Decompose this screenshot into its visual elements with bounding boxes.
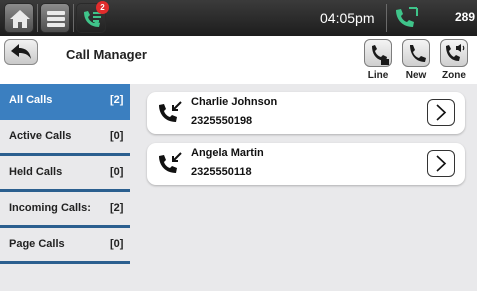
home-icon <box>10 10 30 28</box>
incoming-call-icon <box>159 152 182 173</box>
menu-button[interactable] <box>40 3 70 33</box>
phone-status-icon <box>396 7 418 27</box>
new-call-icon <box>410 45 426 62</box>
clock-time: 04:05pm <box>320 10 375 26</box>
incoming-call-icon <box>159 101 182 122</box>
line-button-label: Line <box>367 70 389 81</box>
separator <box>37 4 38 32</box>
page-title: Call Manager <box>66 47 147 62</box>
sidebar-item-held-calls[interactable]: Held Calls [0] <box>0 156 130 192</box>
sidebar-item-label: All Calls <box>9 94 53 106</box>
sidebar-item-active-calls[interactable]: Active Calls [0] <box>0 120 130 156</box>
status-bar: 2 04:05pm 289 <box>0 0 477 36</box>
zone-button[interactable] <box>440 39 468 67</box>
sidebar-item-count: [0] <box>110 130 124 142</box>
phone-status-button[interactable] <box>391 4 421 32</box>
sidebar-item-count: [2] <box>110 94 124 106</box>
caller-number: 2325550118 <box>191 166 252 178</box>
zone-button-label: Zone <box>442 70 466 81</box>
page-header: Call Manager Line New Zone <box>0 36 477 84</box>
separator <box>73 4 74 32</box>
chevron-right-icon <box>436 104 447 121</box>
new-button-label: New <box>405 70 427 81</box>
call-list-item[interactable]: Charlie Johnson 2325550198 <box>147 92 465 134</box>
separator <box>386 4 387 32</box>
call-list-item[interactable]: Angela Martin 2325550118 <box>147 143 465 185</box>
sidebar-item-page-calls[interactable]: Page Calls [0] <box>0 228 130 264</box>
caller-name: Charlie Johnson <box>191 96 278 108</box>
sidebar-item-label: Active Calls <box>9 130 72 142</box>
sidebar-item-label: Page Calls <box>9 238 65 250</box>
sidebar-item-label: Held Calls <box>9 166 63 178</box>
call-count-badge: 2 <box>96 1 109 14</box>
call-details-button[interactable] <box>427 99 455 126</box>
extension-number: 289 <box>455 10 476 24</box>
sidebar-item-count: [2] <box>110 202 124 214</box>
call-details-button[interactable] <box>427 150 455 177</box>
line-phone-icon <box>372 45 389 65</box>
back-arrow-icon <box>11 44 31 59</box>
caller-name: Angela Martin <box>191 147 264 159</box>
chevron-right-icon <box>436 155 447 172</box>
menu-icon <box>47 11 65 27</box>
home-button[interactable] <box>4 3 34 33</box>
sidebar-item-incoming-calls[interactable]: Incoming Calls: [2] <box>0 192 130 228</box>
sidebar-item-all-calls[interactable]: All Calls [2] <box>0 84 130 120</box>
back-button[interactable] <box>4 39 38 65</box>
sidebar-item-count: [0] <box>110 166 124 178</box>
line-button[interactable] <box>364 39 392 67</box>
call-filter-sidebar: All Calls [2] Active Calls [0] Held Call… <box>0 84 130 264</box>
caller-number: 2325550198 <box>191 115 253 127</box>
zone-speaker-icon <box>446 44 465 61</box>
sidebar-item-label: Incoming Calls: <box>9 202 91 214</box>
sidebar-item-count: [0] <box>110 238 124 250</box>
new-call-button[interactable] <box>402 39 430 67</box>
